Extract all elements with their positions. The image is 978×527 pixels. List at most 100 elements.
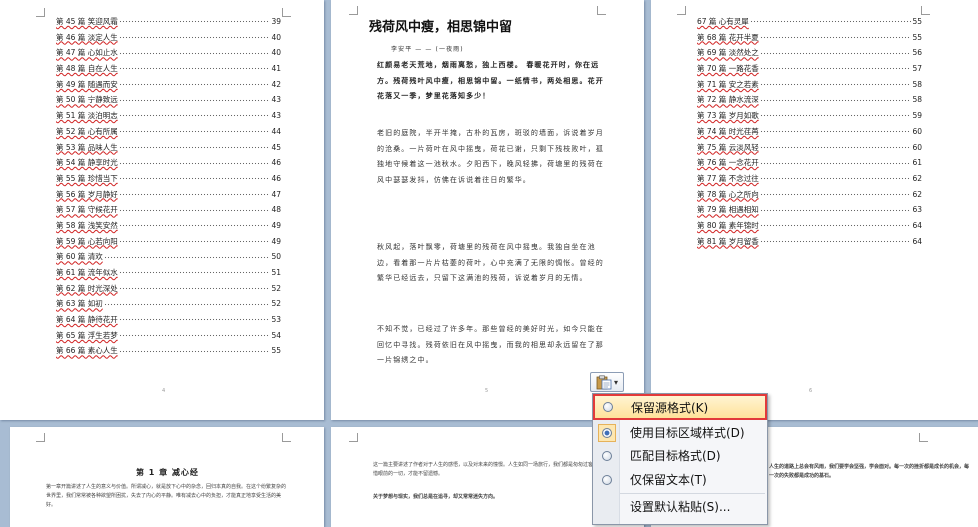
toc-leader-dots (118, 83, 271, 87)
toc-entry: 第 78 篇 心之所向 62 (697, 187, 922, 203)
menu-item-label: 设置默认粘贴(S)... (630, 500, 731, 514)
toc-entry: 第 51 篇 淡泊明志 43 (56, 108, 281, 124)
menu-item-set-default-paste[interactable]: 设置默认粘贴(S)... (594, 495, 766, 518)
toc-entry-page: 64 (912, 220, 922, 230)
page-corner-mark (36, 433, 45, 442)
toc-leader-dots (759, 51, 912, 55)
radio-icon (603, 402, 613, 412)
toc-entry-page: 62 (912, 173, 922, 183)
article-paragraph: 不知不觉，已经过了许多年。那些曾经的美好时光，如今只能在回忆中寻找。残荷依旧在风… (377, 325, 604, 365)
page-number: 6 (809, 388, 813, 394)
toc-entry: 第 49 篇 随遇而安 42 (56, 77, 281, 93)
toc-entry-title: 第 46 篇 淡定人生 (56, 32, 118, 42)
toc-leader-dots (759, 130, 912, 134)
menu-item-label: 使用目标区域样式(D) (630, 426, 745, 440)
page-corner-mark (282, 433, 291, 442)
toc-entry-page: 43 (271, 95, 281, 105)
toc-entry-title: 67 篇 心有灵犀 (697, 17, 749, 26)
toc-entry: 第 77 篇 不念过往 62 (697, 171, 922, 187)
toc-entry-title: 第 48 篇 自在人生 (56, 64, 118, 74)
toc-entry-title: 第 72 篇 静水流深 (697, 95, 759, 105)
toc-leader-dots (759, 98, 912, 102)
toc-entry-page: 47 (271, 189, 281, 199)
menu-item-label: 仅保留文本(T) (630, 473, 707, 487)
page-corner-mark (349, 6, 358, 15)
toc-entry: 第 55 篇 珍惜当下 46 (56, 171, 281, 187)
page-text-bold: 关于梦想与现实，我们总是在追寻，却又常常迷失方向。 (373, 494, 499, 500)
toc-entry-page: 60 (912, 142, 922, 152)
toc-entry-title: 第 68 篇 花开半夏 (697, 32, 759, 42)
toc-leader-dots (118, 208, 271, 212)
toc-leader-dots (118, 130, 271, 134)
toc-entry-title: 第 45 篇 笑迎风霜 (56, 17, 118, 26)
toc-entry-page: 55 (271, 346, 281, 356)
toc-entry-title: 第 77 篇 不念过往 (697, 173, 759, 183)
menu-separator (620, 493, 765, 494)
menu-item-match-destination-formatting[interactable]: 匹配目标格式(D) (594, 444, 766, 467)
article-byline: 李安平 — — (一夜雨) (391, 46, 464, 53)
menu-item-keep-source-formatting[interactable]: 保留源格式(K) (593, 394, 767, 420)
toc-entry: 第 57 篇 守候花开 48 (56, 202, 281, 218)
toc-entry-page: 49 (271, 236, 281, 246)
paste-options-button[interactable]: ▾ (590, 372, 624, 392)
toc-entry: 第 52 篇 心有所属 44 (56, 124, 281, 140)
toc-entry-title: 第 64 篇 静待花开 (56, 315, 118, 325)
toc-entry-title: 第 61 篇 流年似水 (56, 268, 118, 277)
toc-leader-dots (759, 239, 912, 243)
toc-entry: 第 80 篇 素年锦时 64 (697, 218, 922, 234)
toc-entry: 第 48 篇 自在人生 41 (56, 61, 281, 77)
toc-entry-page: 60 (912, 126, 922, 136)
article-paragraph: 红颜易老天荒地，烟雨离愁，独上西楼。 春暖花开时，你在远方。残荷残叶风中瘦，相思… (377, 61, 604, 101)
toc-entry-title: 第 75 篇 云淡风轻 (697, 142, 759, 152)
toc-entry: 第 50 篇 宁静致远 43 (56, 92, 281, 108)
toc-entry-page: 52 (271, 283, 281, 293)
article-paragraph: 老旧的庭院，半开半掩，古朴的瓦房，斑驳的墙面，诉说着岁月的沧桑。一片荷叶在风中摇… (377, 129, 604, 184)
toc-leader-dots (118, 239, 271, 243)
page-corner-mark (282, 8, 291, 17)
page-number: 4 (162, 388, 166, 394)
toc-entry-page: 57 (912, 64, 922, 74)
toc-entry-page: 55 (912, 17, 922, 26)
toc-entry: 第 59 篇 心若向阳 49 (56, 234, 281, 250)
document-page-article: 残荷风中瘦，相思锦中留 李安平 — — (一夜雨) 红颜易老天荒地，烟雨离愁，独… (331, 0, 644, 420)
toc-leader-dots (759, 208, 912, 212)
menu-item-keep-text-only[interactable]: 仅保留文本(T) (594, 468, 766, 491)
toc-leader-dots (118, 318, 271, 322)
menu-item-use-destination-styles[interactable]: 使用目标区域样式(D) (594, 421, 766, 444)
toc-entry-page: 46 (271, 158, 281, 168)
toc-leader-dots (759, 224, 912, 228)
article-title: 残荷风中瘦，相思锦中留 (369, 20, 513, 35)
toc-entry-page: 61 (912, 158, 922, 168)
toc-leader-dots (118, 114, 271, 118)
toc-entry-page: 62 (912, 189, 922, 199)
page-corner-mark (349, 433, 358, 442)
toc-leader-dots (759, 145, 912, 149)
toc-entry-page: 43 (271, 111, 281, 121)
page-corner-mark (677, 6, 686, 15)
toc-entry-title: 第 55 篇 珍惜当下 (56, 173, 118, 183)
toc-leader-dots (118, 36, 271, 40)
menu-item-label: 保留源格式(K) (631, 400, 709, 415)
toc-list: 第 45 篇 笑迎风霜 39 第 46 篇 淡定人生 40 第 47 篇 心如止水 40 第… (56, 14, 281, 359)
toc-list: 67 篇 心有灵犀 55 第 68 篇 花开半夏 55 第 69 篇 淡然处之 56 第 7… (697, 14, 922, 249)
toc-leader-dots (118, 287, 271, 291)
page-text: 人生的道路上总会有风雨，我们要学会坚强，学会面对。每一次的挫折都是成长的机会，每… (769, 464, 969, 479)
paste-options-menu: 保留源格式(K) 使用目标区域样式(D) 匹配目标格式(D) 仅保留文本(T) … (592, 393, 768, 525)
toc-entry-title: 第 79 篇 相遇相知 (697, 205, 759, 215)
toc-entry: 第 60 篇 清欢 50 (56, 249, 281, 265)
toc-entry-title: 第 63 篇 如初 (56, 299, 103, 309)
toc-leader-dots (118, 192, 271, 196)
toc-entry: 第 56 篇 岁月静好 47 (56, 187, 281, 203)
toc-leader-dots (759, 161, 912, 165)
toc-entry-page: 58 (912, 79, 922, 89)
toc-entry-title: 第 49 篇 随遇而安 (56, 79, 118, 89)
radio-icon (602, 450, 612, 461)
toc-entry-page: 51 (271, 268, 281, 277)
toc-entry-title: 第 57 篇 守候花开 (56, 205, 118, 215)
toc-entry-title: 第 81 篇 岁月留香 (697, 236, 759, 246)
toc-entry-title: 第 70 篇 一路花香 (697, 64, 759, 74)
toc-entry-page: 44 (271, 126, 281, 136)
toc-leader-dots (103, 255, 271, 259)
toc-entry-page: 54 (271, 330, 281, 340)
toc-entry-page: 55 (912, 32, 922, 42)
